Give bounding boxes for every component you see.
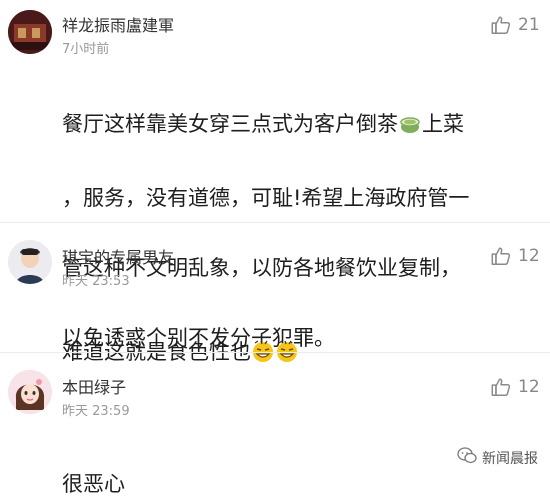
thumbs-up-icon xyxy=(490,376,512,398)
like-button[interactable]: 12 xyxy=(490,376,540,398)
like-count: 21 xyxy=(518,15,540,35)
timestamp: 7小时前 xyxy=(62,42,110,57)
comment-text-line: ，服务，没有道德，可耻!希望上海政府管一 xyxy=(62,186,470,210)
username[interactable]: 祥龙振雨盧建軍 xyxy=(62,12,174,36)
watermark-text: 新闻晨报 xyxy=(482,451,538,467)
like-count: 12 xyxy=(518,377,540,397)
thumbs-up-icon xyxy=(490,14,512,36)
timestamp: 昨天 23:53 xyxy=(62,274,130,289)
comment-text-line: 上菜 xyxy=(422,112,464,136)
username[interactable]: 本田绿子 xyxy=(62,374,126,398)
comment-text: 很恶心 xyxy=(62,432,442,502)
comment-text-line: 餐厅这样靠美女穿三点式为客户倒茶 xyxy=(62,112,398,136)
avatar[interactable] xyxy=(8,240,52,284)
username[interactable]: 琪宝的专属男友 xyxy=(62,244,174,268)
divider xyxy=(0,222,550,223)
grin-emoji-icon xyxy=(275,339,299,374)
avatar[interactable] xyxy=(8,10,52,54)
thumbs-up-icon xyxy=(490,245,512,267)
like-button[interactable]: 12 xyxy=(490,245,540,267)
divider xyxy=(0,352,550,353)
avatar[interactable] xyxy=(8,370,52,414)
comment-text-line: 很恶心 xyxy=(62,472,125,496)
timestamp: 昨天 23:59 xyxy=(62,404,130,419)
like-button[interactable]: 21 xyxy=(490,14,540,36)
comment-text: 难道这就是食色性也 xyxy=(62,300,542,374)
tea-emoji-icon xyxy=(398,111,422,146)
wechat-icon xyxy=(457,447,477,469)
grin-emoji-icon xyxy=(251,339,275,374)
watermark: 新闻晨报 xyxy=(457,447,538,469)
like-count: 12 xyxy=(518,246,540,266)
